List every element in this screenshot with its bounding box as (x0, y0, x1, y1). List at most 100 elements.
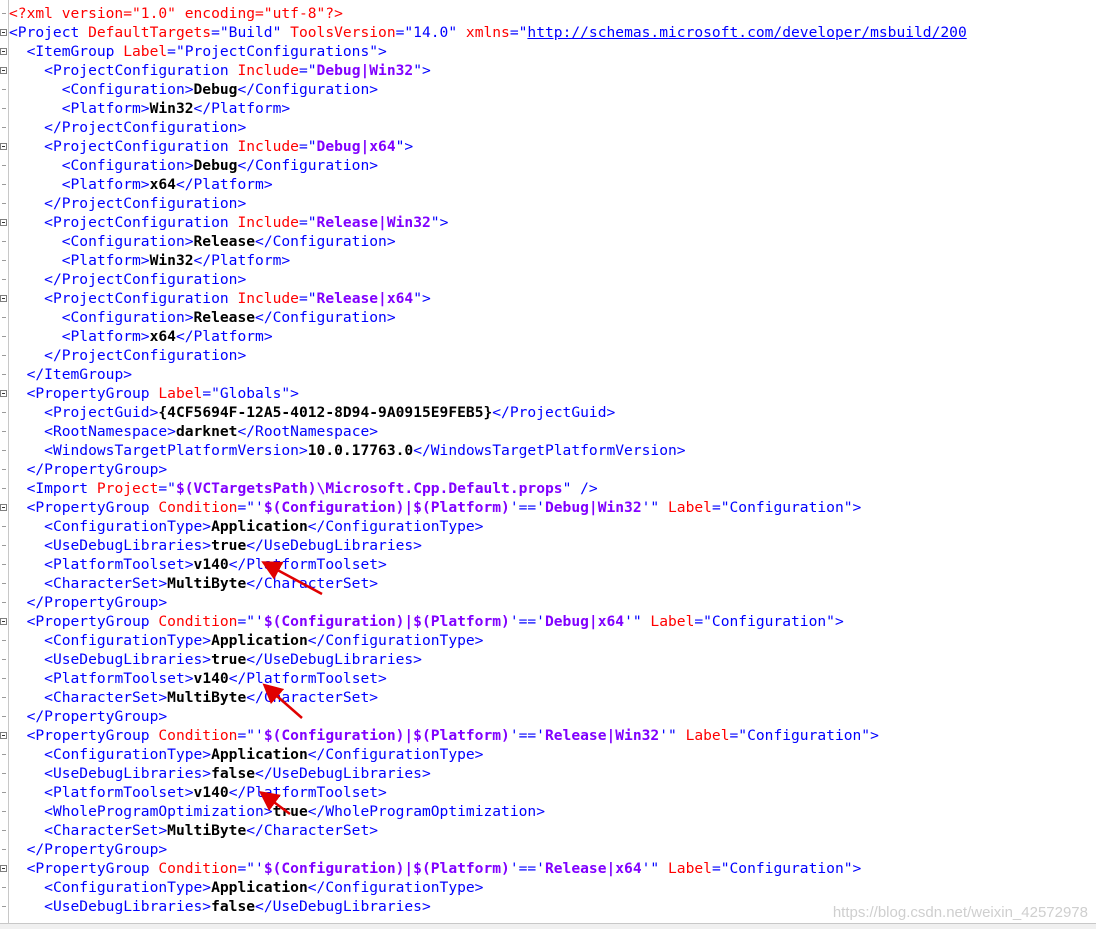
code-line[interactable]: </PropertyGroup> (9, 707, 168, 726)
code-line[interactable]: <UseDebugLibraries>false</UseDebugLibrar… (9, 897, 431, 916)
code-line[interactable]: <PlatformToolset>v140</PlatformToolset> (9, 669, 387, 688)
code-line[interactable]: <WindowsTargetPlatformVersion>10.0.17763… (9, 441, 685, 460)
code-line[interactable]: <CharacterSet>MultiByte</CharacterSet> (9, 574, 378, 593)
code-line[interactable]: <CharacterSet>MultiByte</CharacterSet> (9, 688, 378, 707)
code-token: <UseDebugLibraries> (44, 898, 212, 915)
code-line[interactable]: <Configuration>Debug</Configuration> (9, 156, 378, 175)
code-line[interactable]: <Platform>x64</Platform> (9, 327, 273, 346)
code-token: Debug|Win32 (544, 499, 642, 516)
fold-toggle-icon[interactable] (0, 618, 7, 625)
fold-toggle-icon[interactable] (0, 865, 7, 872)
code-token: v140 (193, 556, 229, 573)
code-line[interactable]: </ProjectConfiguration> (9, 270, 246, 289)
code-line[interactable]: <PropertyGroup Label="Globals"> (9, 384, 299, 403)
code-line[interactable]: <ProjectConfiguration Include="Debug|x64… (9, 137, 413, 156)
code-token: Debug|x64 (316, 138, 396, 155)
fold-toggle-icon[interactable] (0, 390, 7, 397)
code-line[interactable]: <UseDebugLibraries>true</UseDebugLibrari… (9, 650, 422, 669)
code-token: </PropertyGroup> (26, 594, 168, 611)
fold-toggle-icon[interactable] (0, 295, 7, 302)
code-token: Release|x64 (544, 860, 642, 877)
code-token: true (272, 803, 308, 820)
code-line[interactable]: <Platform>x64</Platform> (9, 175, 273, 194)
code-token: MultiByte (167, 575, 247, 592)
code-line[interactable]: <Configuration>Debug</Configuration> (9, 80, 378, 99)
fold-toggle-icon[interactable] (0, 48, 7, 55)
code-line[interactable]: <Import Project="$(VCTargetsPath)\Micros… (9, 479, 598, 498)
code-line[interactable]: <ItemGroup Label="ProjectConfigurations"… (9, 42, 387, 61)
code-line[interactable]: <Project DefaultTargets="Build" ToolsVer… (9, 23, 967, 42)
code-line[interactable]: <PropertyGroup Condition="'$(Configurati… (9, 859, 862, 878)
code-line[interactable]: <UseDebugLibraries>true</UseDebugLibrari… (9, 536, 422, 555)
code-line[interactable]: <PlatformToolset>v140</PlatformToolset> (9, 555, 387, 574)
xml-editor[interactable]: <?xml version="1.0" encoding="utf-8"?> <P… (0, 0, 1096, 929)
code-line[interactable]: <ProjectConfiguration Include="Release|x… (9, 289, 431, 308)
code-line[interactable]: </ProjectConfiguration> (9, 194, 246, 213)
code-line[interactable]: </PropertyGroup> (9, 460, 168, 479)
code-line[interactable]: <ConfigurationType>Application</Configur… (9, 517, 483, 536)
code-line[interactable]: <Configuration>Release</Configuration> (9, 308, 396, 327)
code-line[interactable]: <ConfigurationType>Application</Configur… (9, 631, 483, 650)
code-line[interactable]: <ProjectConfiguration Include="Debug|Win… (9, 61, 431, 80)
code-line[interactable]: <?xml version="1.0" encoding="utf-8"?> (9, 4, 343, 23)
code-token: Release (193, 309, 256, 326)
fold-line-marker (2, 697, 6, 698)
code-line[interactable]: <ProjectConfiguration Include="Release|W… (9, 213, 448, 232)
fold-toggle-icon[interactable] (0, 732, 7, 739)
code-line[interactable]: </ProjectConfiguration> (9, 118, 246, 137)
code-line[interactable]: <PropertyGroup Condition="'$(Configurati… (9, 612, 844, 631)
horizontal-scrollbar[interactable] (0, 923, 1096, 929)
fold-toggle-icon[interactable] (0, 504, 7, 511)
code-line[interactable]: <UseDebugLibraries>false</UseDebugLibrar… (9, 764, 431, 783)
code-token: true (211, 651, 247, 668)
code-token: false (211, 765, 256, 782)
fold-toggle-icon[interactable] (0, 29, 7, 36)
code-line[interactable]: </PropertyGroup> (9, 840, 168, 859)
code-token: </Configuration> (237, 81, 379, 98)
fold-toggle-icon[interactable] (0, 219, 7, 226)
code-token: Condition (158, 613, 238, 630)
code-token: $(Configuration)|$(Platform) (263, 860, 510, 877)
code-line[interactable]: </ProjectConfiguration> (9, 346, 246, 365)
fold-line-marker (2, 640, 6, 641)
code-line[interactable]: </ItemGroup> (9, 365, 132, 384)
code-line[interactable]: <Configuration>Release</Configuration> (9, 232, 396, 251)
code-line[interactable]: <CharacterSet>MultiByte</CharacterSet> (9, 821, 378, 840)
fold-line-marker (2, 754, 6, 755)
fold-line-marker (2, 659, 6, 660)
code-line[interactable]: <ProjectGuid>{4CF5694F-12A5-4012-8D94-9A… (9, 403, 615, 422)
code-line[interactable]: <PropertyGroup Condition="'$(Configurati… (9, 726, 879, 745)
code-line[interactable]: <Platform>Win32</Platform> (9, 99, 290, 118)
fold-line-marker (2, 545, 6, 546)
code-token: </ConfigurationType> (307, 879, 484, 896)
code-line[interactable]: <ConfigurationType>Application</Configur… (9, 878, 483, 897)
fold-toggle-icon[interactable] (0, 67, 7, 74)
code-line[interactable]: </PropertyGroup> (9, 593, 168, 612)
fold-line-marker (2, 526, 6, 527)
fold-line-marker (2, 488, 6, 489)
code-line[interactable]: <PlatformToolset>v140</PlatformToolset> (9, 783, 387, 802)
fold-toggle-icon[interactable] (0, 143, 7, 150)
code-token: ="' (237, 499, 264, 516)
code-token: DefaultTargets (88, 24, 212, 41)
code-token: Project (96, 480, 159, 497)
code-line[interactable]: <RootNamespace>darknet</RootNamespace> (9, 422, 378, 441)
code-line[interactable]: <WholeProgramOptimization>true</WholePro… (9, 802, 545, 821)
code-token: true (211, 537, 247, 554)
code-line[interactable]: <PropertyGroup Condition="'$(Configurati… (9, 498, 862, 517)
code-token: </Platform> (175, 176, 273, 193)
code-line[interactable]: <ConfigurationType>Application</Configur… (9, 745, 483, 764)
code-line[interactable]: <Platform>Win32</Platform> (9, 251, 290, 270)
code-token: Label (685, 727, 730, 744)
